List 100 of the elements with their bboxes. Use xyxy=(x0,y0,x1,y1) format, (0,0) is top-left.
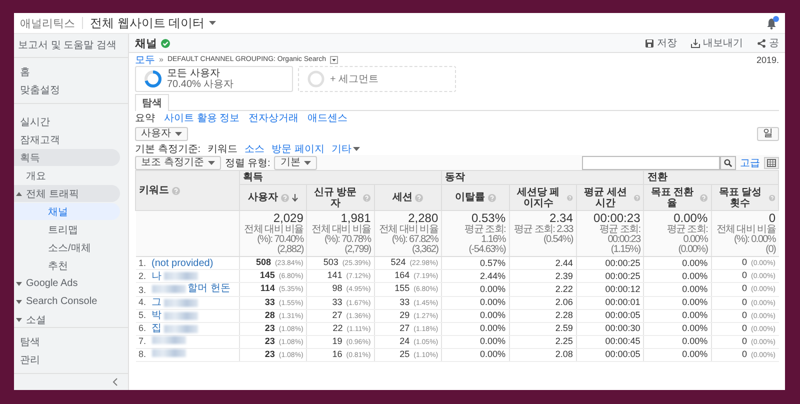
cell-value: 0.00% xyxy=(682,349,708,359)
subtab-link[interactable]: 전자상거래 xyxy=(248,110,299,124)
total-base: (-54.63%) xyxy=(468,245,506,255)
dimension-option[interactable]: 방문 페이지 xyxy=(272,142,324,156)
cell-value: 27 xyxy=(332,310,342,320)
cell-value: 508 xyxy=(256,257,271,267)
dropdown-icon[interactable] xyxy=(330,56,338,64)
help-icon xyxy=(634,194,640,202)
cell-value: 00:00:30 xyxy=(605,323,640,333)
save-button[interactable]: 저장 xyxy=(645,36,677,50)
cell-value: 503 xyxy=(323,257,338,267)
cell-value: 33 xyxy=(400,296,410,306)
cell-value: 2.25 xyxy=(555,336,573,346)
nav-item[interactable]: 추천 xyxy=(14,257,120,274)
nav-item[interactable]: Google Ads xyxy=(14,275,120,292)
cell-value: 0 xyxy=(742,283,747,294)
sort-type-dropdown[interactable]: 기본 xyxy=(274,156,318,170)
cell-value: 0.00% xyxy=(682,336,708,346)
search-button[interactable] xyxy=(720,156,736,170)
nav-item[interactable]: 전체 트래픽 xyxy=(14,185,120,202)
nav-item[interactable]: 트리맵 xyxy=(14,221,120,238)
circle-icon xyxy=(307,70,325,88)
column-header[interactable]: 세션 xyxy=(374,184,442,210)
dimension-label: 기본 측정기준: xyxy=(135,142,201,156)
nav-item[interactable]: 소셜 xyxy=(14,311,120,327)
advanced-link[interactable]: 고급 xyxy=(740,156,760,170)
nav-item[interactable]: 채널 xyxy=(14,203,120,220)
row-number: 7. xyxy=(138,336,148,347)
column-header[interactable]: 목표 달성 횟수 xyxy=(711,184,778,210)
nav-item[interactable]: Search Console xyxy=(14,293,120,310)
total-note: 전체 대비 비율(%): 70.40% xyxy=(243,225,304,245)
search-icon xyxy=(724,158,732,166)
notification-bell-icon[interactable] xyxy=(765,16,779,30)
keyword-link[interactable]: 박 xyxy=(152,310,198,321)
keyword-link[interactable]: 할머 헌돈 xyxy=(152,283,230,294)
keyword-link[interactable]: 그 xyxy=(152,297,198,308)
search-field[interactable] xyxy=(582,156,720,170)
dimension-option[interactable]: 소스 xyxy=(244,142,265,156)
secondary-dimension-dropdown[interactable]: 보조 측정기준 xyxy=(135,156,221,170)
share-button[interactable]: 공 xyxy=(757,36,779,50)
column-header[interactable]: 키워드 xyxy=(136,170,240,210)
search-field[interactable]: 보고서 및 도움말 검색 xyxy=(14,34,128,58)
nav-item[interactable]: 탐색 xyxy=(14,333,120,350)
total-base: (0.00%) xyxy=(677,245,708,255)
property-selector[interactable]: 전체 웹사이트 데이터 xyxy=(90,14,216,32)
caret-down-icon xyxy=(353,146,360,150)
help-icon xyxy=(172,186,180,194)
nav-item[interactable]: 잠재고객 xyxy=(14,131,120,148)
save-icon xyxy=(645,38,654,48)
column-header[interactable]: 이탈률 xyxy=(442,184,509,210)
metric-dropdown[interactable]: 사용자 xyxy=(135,126,188,140)
cell-value: 24 xyxy=(400,336,410,346)
nav-item[interactable]: 실시간 xyxy=(14,113,120,130)
cell-value: 00:00:05 xyxy=(605,310,640,320)
column-header[interactable]: 사용자 xyxy=(240,184,307,210)
export-button[interactable]: 내보내기 xyxy=(691,36,743,50)
total-value: 2,280 xyxy=(408,212,438,225)
segment-card[interactable]: 모든 사용자 70.40% 사용자 xyxy=(135,66,293,92)
keyword-link[interactable]: 나 xyxy=(152,270,198,282)
cell-value: 27 xyxy=(400,322,410,332)
cell-value: 23 xyxy=(264,322,275,332)
nav-item[interactable]: 획득 xyxy=(14,149,120,166)
total-base: (3,362) xyxy=(411,245,438,255)
nav-item[interactable]: 맞춤설정 xyxy=(14,81,120,98)
date-range[interactable]: 2019. xyxy=(756,54,779,64)
nav-item[interactable]: 홈 xyxy=(14,63,120,80)
blurred-text xyxy=(152,336,186,344)
subtab-link[interactable]: 사이트 활용 정보 xyxy=(164,110,240,124)
column-header[interactable]: 평균 세션 시간 xyxy=(576,184,644,210)
nav-item[interactable]: 소스/매체 xyxy=(14,239,120,256)
cell-value: 0.00% xyxy=(480,323,506,333)
cell-value: 98 xyxy=(332,283,342,294)
keyword-link[interactable]: (not provided) xyxy=(152,258,214,268)
help-icon xyxy=(768,194,775,202)
total-value: 1,981 xyxy=(340,212,371,225)
total-value: 2,029 xyxy=(273,212,304,225)
nav-item[interactable]: 개요 xyxy=(14,167,120,184)
breadcrumb-link[interactable]: 모두 xyxy=(135,52,155,66)
report-tab[interactable]: 탐색 xyxy=(135,94,169,111)
blurred-text xyxy=(152,284,186,292)
subtab-link[interactable]: 요약 xyxy=(135,110,155,124)
nav-item[interactable]: 관리 xyxy=(14,351,120,368)
cell-value: 114 xyxy=(260,283,275,294)
view-button[interactable]: 일 xyxy=(757,126,779,140)
cell-value: 00:00:25 xyxy=(605,270,640,280)
grid-view-button[interactable] xyxy=(764,156,779,168)
more-dimensions-menu[interactable]: 기타 xyxy=(331,142,360,156)
subtab-link[interactable]: 애드센스 xyxy=(308,110,348,124)
chevron-left-icon[interactable] xyxy=(112,378,118,386)
cell-value: 29 xyxy=(400,310,410,320)
column-header[interactable]: 목표 전환율 xyxy=(644,184,712,210)
blurred-text xyxy=(164,272,198,280)
keyword-link[interactable]: 집 xyxy=(152,323,198,334)
total-note: 평균 조회: 0.00% xyxy=(666,225,708,245)
add-segment-button[interactable]: + 세그먼트 xyxy=(298,66,456,92)
row-number: 4. xyxy=(138,297,148,308)
column-header[interactable]: 세션당 페이지수 xyxy=(509,184,576,210)
column-header[interactable]: 신규 방문자 xyxy=(306,184,374,210)
cell-value: 0.00% xyxy=(480,284,506,294)
dimension-option[interactable]: 키워드 xyxy=(208,142,238,156)
